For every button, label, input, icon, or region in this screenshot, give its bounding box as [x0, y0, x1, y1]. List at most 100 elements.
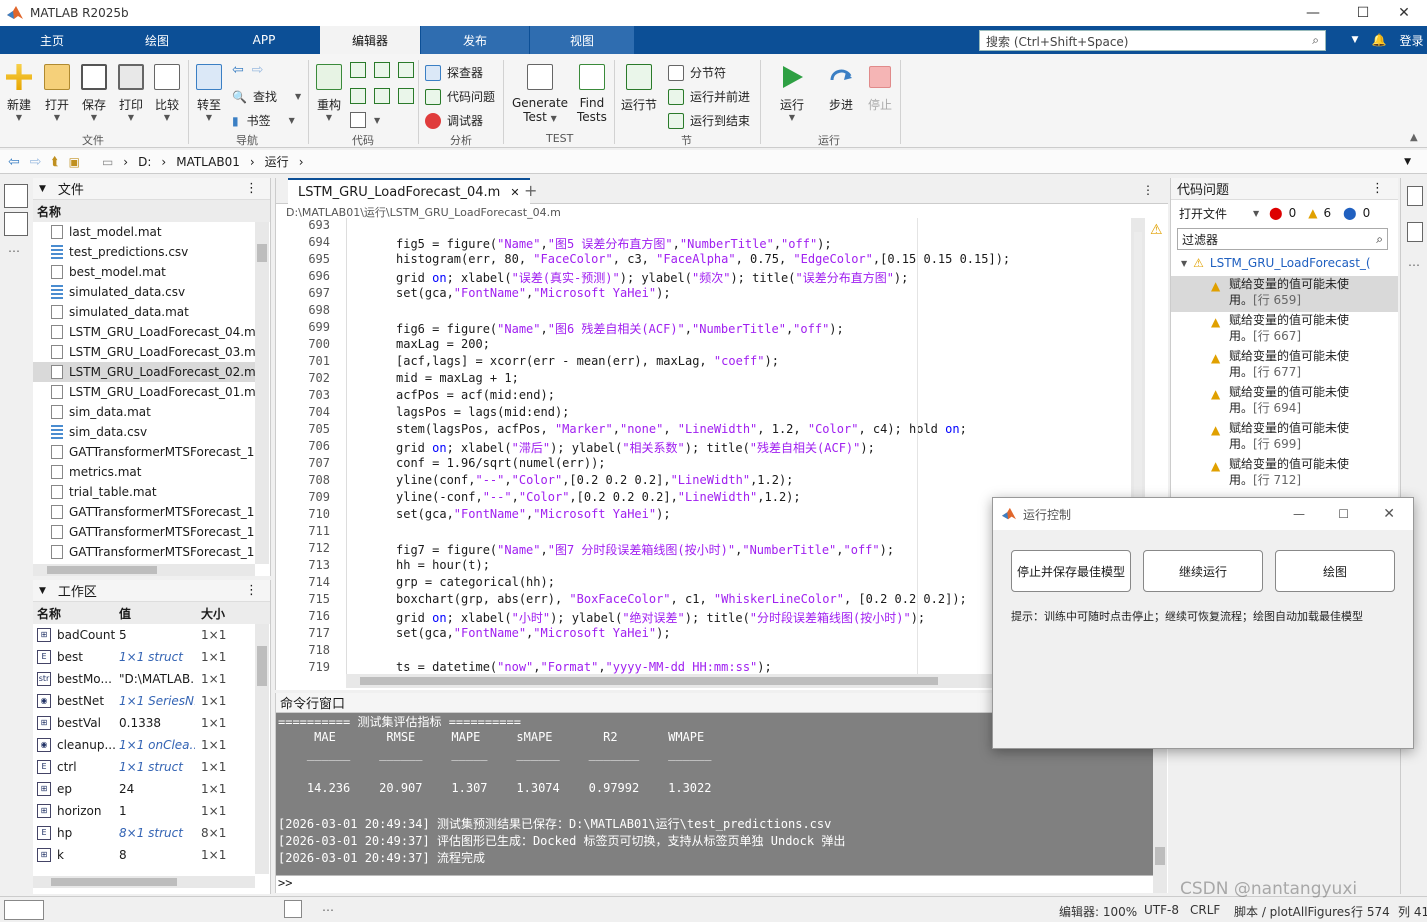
- workspace-row[interactable]: ⊞ horizon 1 1×1: [33, 800, 270, 822]
- save-button[interactable]: 保存 ▼: [81, 64, 107, 122]
- file-row[interactable]: LSTM_GRU_LoadForecast_01.m: [33, 382, 255, 402]
- decrease-indent-icon[interactable]: [398, 88, 414, 104]
- step-button[interactable]: 步进: [828, 64, 854, 113]
- file-row[interactable]: last_model.mat: [33, 222, 255, 242]
- warning-indicator-icon[interactable]: ⚠: [1150, 222, 1163, 238]
- refactor-button[interactable]: 重构 ▼: [316, 64, 342, 122]
- workspace-hscrollbar[interactable]: [33, 876, 255, 888]
- stop-button[interactable]: 停止: [867, 64, 893, 113]
- code-line[interactable]: 694 fig5 = figure("Name","图5 误差分布直方图","Nu…: [276, 235, 1131, 252]
- goto-button[interactable]: 转至 ▼: [196, 64, 222, 122]
- panel-menu-icon[interactable]: ⋮: [1371, 181, 1384, 196]
- file-row[interactable]: simulated_data.csv: [33, 282, 255, 302]
- encoding-status[interactable]: UTF-8: [1144, 903, 1179, 917]
- workspace-row[interactable]: Ehp 8×1 struct 8×1: [33, 822, 270, 844]
- workspace-row[interactable]: ⊞ ep 24 1×1: [33, 778, 270, 800]
- wrap-icon[interactable]: [398, 62, 414, 78]
- layout-toggle-icon[interactable]: [4, 900, 44, 920]
- tab-apps[interactable]: APP: [210, 26, 318, 54]
- debugger-button[interactable]: 调试器: [425, 112, 483, 129]
- tab-view[interactable]: 视图: [530, 26, 634, 54]
- issues-file-node[interactable]: ▼ ⚠ LSTM_GRU_LoadForecast_(: [1171, 250, 1398, 276]
- scope-dropdown[interactable]: 打开文件: [1179, 205, 1227, 222]
- file-row[interactable]: simulated_data.mat: [33, 302, 255, 322]
- percent-icon[interactable]: [374, 62, 390, 78]
- file-row[interactable]: GATTransformerMTSForecast_14.m: [33, 442, 255, 462]
- back-icon[interactable]: ⇦: [8, 154, 20, 170]
- forward-icon[interactable]: ⇨: [30, 154, 42, 170]
- code-line[interactable]: 693: [276, 218, 1131, 235]
- issue-item[interactable]: ▲ 赋给变量的值可能未使 用。[行 712]: [1171, 456, 1398, 492]
- continue-button[interactable]: 继续运行: [1143, 550, 1263, 592]
- section-break-button[interactable]: 分节符: [668, 64, 726, 81]
- file-col-header[interactable]: 名称: [33, 200, 270, 222]
- indent-icon[interactable]: [350, 88, 366, 104]
- stop-save-button[interactable]: 停止并保存最佳模型: [1011, 550, 1131, 592]
- close-tab-icon[interactable]: ✕: [510, 186, 519, 199]
- code-line[interactable]: 707 conf = 1.96/sqrt(numel(err));: [276, 456, 1131, 473]
- issue-item[interactable]: ▲ 赋给变量的值可能未使 用。[行 694]: [1171, 384, 1398, 420]
- code-line[interactable]: 700 maxLag = 200;: [276, 337, 1131, 354]
- docs-icon[interactable]: [1407, 186, 1423, 206]
- path-dropdown-icon[interactable]: ▼: [1404, 157, 1411, 167]
- collapse-icon[interactable]: ▼: [39, 586, 46, 596]
- editor-tab[interactable]: LSTM_GRU_LoadForecast_04.m ✕: [288, 178, 530, 204]
- col-name[interactable]: 名称: [33, 605, 115, 622]
- file-row[interactable]: GATTransformerMTSForecast_12.m: [33, 522, 255, 542]
- workspace-row[interactable]: ◉ bestNet 1×1 SeriesN... 1×1: [33, 690, 270, 712]
- print-button[interactable]: 打印 ▼: [118, 64, 144, 122]
- workspace-row[interactable]: ⊞ bestVal 0.1338 1×1: [33, 712, 270, 734]
- run-to-end-button[interactable]: 运行到结束: [668, 112, 750, 129]
- bell-icon[interactable]: 🔔: [1368, 26, 1390, 54]
- col-size[interactable]: 大小: [195, 605, 245, 622]
- layout-icon[interactable]: [4, 212, 28, 236]
- zoom-status[interactable]: 编辑器: 100%: [1059, 903, 1137, 920]
- code-line[interactable]: 708 yline(conf,"--","Color",[0.2 0.2 0.2]…: [276, 473, 1131, 490]
- list-icon[interactable]: [1407, 222, 1423, 242]
- search-input[interactable]: 搜索 (Ctrl+Shift+Space) ⌕: [979, 30, 1326, 51]
- file-browser-icon[interactable]: [4, 184, 28, 208]
- file-row[interactable]: sim_data.csv: [33, 422, 255, 442]
- increase-indent-icon[interactable]: [374, 88, 390, 104]
- code-line[interactable]: 705 stem(lagsPos, acfPos, "Marker","none"…: [276, 422, 1131, 439]
- dialog-maximize-button[interactable]: ☐: [1338, 507, 1349, 521]
- minimize-button[interactable]: —: [1290, 0, 1336, 26]
- plot-button[interactable]: 绘图: [1275, 550, 1395, 592]
- run-button[interactable]: 运行 ▼: [779, 64, 805, 122]
- code-line[interactable]: 695 histogram(err, 80, "FaceColor", c3, "…: [276, 252, 1131, 269]
- close-button[interactable]: ✕: [1381, 0, 1427, 26]
- up-folder-icon[interactable]: ⮬: [51, 154, 58, 169]
- workspace-row[interactable]: ◉ cleanup... 1×1 onClea... 1×1: [33, 734, 270, 756]
- browse-folder-icon[interactable]: ▣: [69, 155, 80, 169]
- panel-menu-icon[interactable]: ⋮: [245, 583, 258, 598]
- more-icon[interactable]: ⋯: [1408, 258, 1420, 272]
- code-line[interactable]: 697 set(gca,"FontName","Microsoft YaHei")…: [276, 286, 1131, 303]
- find-button[interactable]: 🔍 查找 ▼: [232, 88, 301, 105]
- tab-publish[interactable]: 发布: [421, 26, 529, 54]
- eol-status[interactable]: CRLF: [1190, 903, 1220, 917]
- tab-editor[interactable]: 编辑器: [320, 26, 420, 54]
- bookmark-button[interactable]: ▮ 书签 ▼: [232, 112, 295, 129]
- login-link[interactable]: 登录: [1396, 26, 1427, 54]
- file-row[interactable]: sim_data.mat: [33, 402, 255, 422]
- path-folder[interactable]: MATLAB01: [176, 155, 240, 169]
- file-row[interactable]: LSTM_GRU_LoadForecast_04.m: [33, 322, 255, 342]
- path-current[interactable]: 运行: [265, 153, 289, 170]
- more-icon[interactable]: ⋯: [322, 903, 334, 917]
- add-tab-icon[interactable]: +: [524, 181, 537, 200]
- code-line[interactable]: 702 mid = maxLag + 1;: [276, 371, 1131, 388]
- tab-plots[interactable]: 绘图: [104, 26, 210, 54]
- expand-icon[interactable]: ▼: [1181, 259, 1187, 268]
- code-line[interactable]: 696 grid on; xlabel("误差(真实-预测)"); ylabel(…: [276, 269, 1131, 286]
- compare-button[interactable]: 比较 ▼: [154, 64, 180, 122]
- run-advance-button[interactable]: 运行并前进: [668, 88, 750, 105]
- collapse-icon[interactable]: ▼: [1344, 26, 1366, 54]
- tab-home[interactable]: 主页: [0, 26, 104, 54]
- dialog-close-button[interactable]: ✕: [1383, 506, 1395, 522]
- file-row[interactable]: metrics.mat: [33, 462, 255, 482]
- workspace-scrollbar[interactable]: [255, 624, 269, 874]
- new-button[interactable]: 新建 ▼: [6, 64, 32, 122]
- code-line[interactable]: 706 grid on; xlabel("滞后"); ylabel("相关系数")…: [276, 439, 1131, 456]
- more-icon[interactable]: ⋯: [8, 244, 20, 258]
- back-forward[interactable]: ⇦ ⇨: [232, 62, 263, 78]
